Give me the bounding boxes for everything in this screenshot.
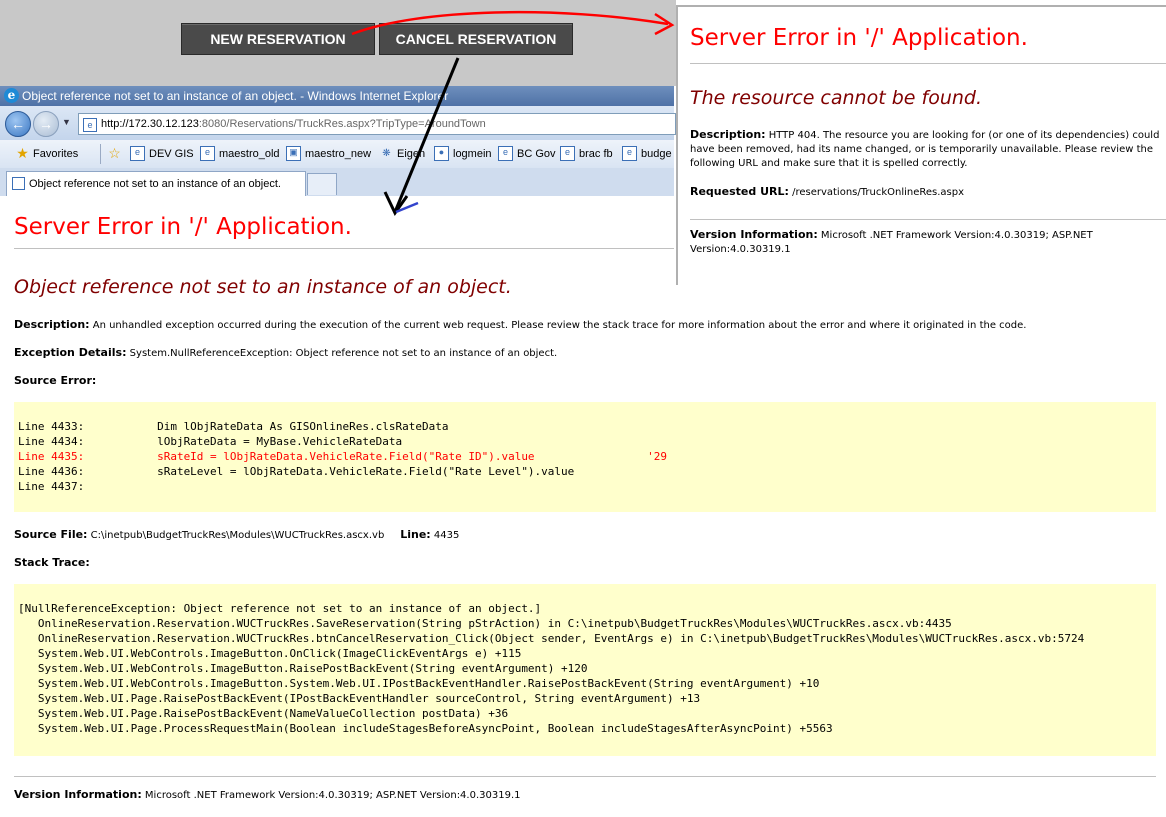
favorite-link-bc-gov[interactable]: e BC Gov xyxy=(498,140,556,168)
browser-tab-strip: Object reference not set to an instance … xyxy=(0,168,674,196)
address-bar[interactable]: e http://172.30.12.123:8080/Reservations/… xyxy=(78,113,676,135)
ie-logo-icon: e xyxy=(4,88,19,103)
favorite-link-logmein[interactable]: ● logmein xyxy=(434,140,492,168)
code-line: Line 4436: sRateLevel = lObjRateData.Veh… xyxy=(18,465,575,478)
page-heading: Server Error in '/' Application. xyxy=(14,214,352,240)
version-row: Version Information: Microsoft .NET Fram… xyxy=(14,788,521,801)
source-file-row: Source File: C:\inetpub\BudgetTruckRes\M… xyxy=(14,528,459,541)
exception-text: System.NullReferenceException: Object re… xyxy=(129,348,558,359)
code-line: Line 4433: Dim lObjRateData As GISOnline… xyxy=(18,420,449,433)
page-icon: e xyxy=(83,118,97,132)
forward-arrow-icon[interactable]: → xyxy=(33,111,59,137)
stack-line: System.Web.UI.WebControls.ImageButton.Sy… xyxy=(18,677,820,690)
version-divider xyxy=(14,776,1156,777)
page-icon: e xyxy=(560,145,575,161)
history-dropdown-icon[interactable]: ▼ xyxy=(62,117,71,127)
source-error-code: Line 4433: Dim lObjRateData As GISOnline… xyxy=(14,402,1156,512)
favorite-link-maestro-new[interactable]: ▣ maestro_new xyxy=(286,140,371,168)
globe-icon: ❋ xyxy=(382,147,391,159)
page-icon: e xyxy=(622,145,637,161)
code-line-highlighted: Line 4435: sRateId = lObjRateData.Vehicl… xyxy=(18,450,668,463)
exception-label: Exception Details: xyxy=(14,346,127,359)
version-text: Microsoft .NET Framework Version:4.0.303… xyxy=(144,790,521,801)
favorite-link-dev-gis[interactable]: e DEV GIS xyxy=(130,140,194,168)
favorites-bar: ★ Favorites ☆ e DEV GIS e maestro_old ▣ maes… xyxy=(0,140,674,168)
favorite-link-eigen[interactable]: ❋ Eigen xyxy=(380,140,425,168)
page-icon: e xyxy=(498,145,513,161)
version-label: Version Information: xyxy=(14,788,142,801)
page-icon: ● xyxy=(434,145,449,161)
code-line: Line 4437: xyxy=(18,480,85,493)
description-text: An unhandled exception occurred during t… xyxy=(92,320,1027,331)
heading-divider xyxy=(14,248,674,249)
new-tab-button[interactable] xyxy=(307,173,337,195)
popup-version-divider xyxy=(690,219,1166,220)
page-icon: e xyxy=(130,145,145,161)
popup-version-row: Version Information: Microsoft .NET Fram… xyxy=(690,228,1166,257)
popup-description-label: Description: xyxy=(690,128,766,141)
stack-line: OnlineReservation.Reservation.WUCTruckRe… xyxy=(18,632,1085,645)
browser-tab[interactable]: Object reference not set to an instance … xyxy=(6,171,306,196)
not-found-error-window: Server Error in '/' Application. The res… xyxy=(676,5,1166,285)
popup-heading-divider xyxy=(690,63,1166,64)
window-title: Object reference not set to an instance … xyxy=(22,89,449,103)
source-error-label: Source Error: xyxy=(14,374,97,387)
source-error-row: Source Error: xyxy=(14,374,96,387)
popup-heading: Server Error in '/' Application. xyxy=(690,25,1028,51)
popup-version-label: Version Information: xyxy=(690,228,818,241)
favorites-button[interactable]: ★ Favorites xyxy=(16,140,78,168)
add-favorite-star-icon: ☆ xyxy=(108,144,121,161)
add-favorite-button[interactable]: ☆ xyxy=(108,140,125,168)
line-number: 4435 xyxy=(433,530,460,541)
stack-line: System.Web.UI.Page.ProcessRequestMain(Bo… xyxy=(18,722,833,735)
stack-line: System.Web.UI.WebControls.ImageButton.On… xyxy=(18,647,522,660)
requested-url-row: Requested URL: /reservations/TruckOnline… xyxy=(690,185,964,198)
page-icon: e xyxy=(200,145,215,161)
exception-row: Exception Details: System.NullReferenceE… xyxy=(14,346,557,359)
favorite-link-brac-fb[interactable]: e brac fb xyxy=(560,140,613,168)
source-file-path: C:\inetpub\BudgetTruckRes\Modules\WUCTru… xyxy=(90,530,385,541)
requested-url-label: Requested URL: xyxy=(690,185,789,198)
favorites-label: Favorites xyxy=(33,148,79,160)
stack-line: System.Web.UI.Page.RaisePostBackEvent(IP… xyxy=(18,692,701,705)
new-reservation-button[interactable]: NEW RESERVATION xyxy=(181,23,375,55)
address-host: http://172.30.12.123 xyxy=(101,118,199,130)
favorite-link-maestro-old[interactable]: e maestro_old xyxy=(200,140,280,168)
description-row: Description: An unhandled exception occu… xyxy=(14,318,1026,331)
address-path: :8080/Reservations/TruckRes.aspx?TripTyp… xyxy=(198,118,486,130)
description-label: Description: xyxy=(14,318,90,331)
line-label: Line: xyxy=(400,528,431,541)
requested-url: /reservations/TruckOnlineRes.aspx xyxy=(792,187,965,198)
browser-title-bar: e Object reference not set to an instanc… xyxy=(0,86,674,106)
favorites-separator xyxy=(100,144,101,164)
popup-description-row: Description: HTTP 404. The resource you … xyxy=(690,128,1166,171)
stack-line: System.Web.UI.Page.RaisePostBackEvent(Na… xyxy=(18,707,509,720)
back-arrow-icon[interactable]: ← xyxy=(5,111,31,137)
stack-trace-code: [NullReferenceException: Object referenc… xyxy=(14,584,1156,756)
stack-trace-label: Stack Trace: xyxy=(14,556,90,569)
error-title: Object reference not set to an instance … xyxy=(14,276,512,298)
image-icon: ▣ xyxy=(286,145,301,161)
tab-label: Object reference not set to an instance … xyxy=(29,178,281,190)
cancel-reservation-button[interactable]: CANCEL RESERVATION xyxy=(379,23,573,55)
page-icon xyxy=(12,176,25,190)
code-line: Line 4434: lObjRateData = MyBase.Vehicle… xyxy=(18,435,403,448)
error-page: Server Error in '/' Application. Object … xyxy=(0,196,1166,817)
stack-line: System.Web.UI.WebControls.ImageButton.Ra… xyxy=(18,662,588,675)
stack-line: [NullReferenceException: Object referenc… xyxy=(18,602,542,615)
popup-error-title: The resource cannot be found. xyxy=(690,87,983,109)
favorites-star-icon: ★ xyxy=(16,144,29,161)
source-file-label: Source File: xyxy=(14,528,88,541)
stack-line: OnlineReservation.Reservation.WUCTruckRe… xyxy=(18,617,952,630)
stack-trace-row: Stack Trace: xyxy=(14,556,90,569)
browser-nav-bar: ← → ▼ e http://172.30.12.123:8080/Reserva… xyxy=(0,106,676,140)
favorite-link-budge[interactable]: e budge xyxy=(622,140,672,168)
